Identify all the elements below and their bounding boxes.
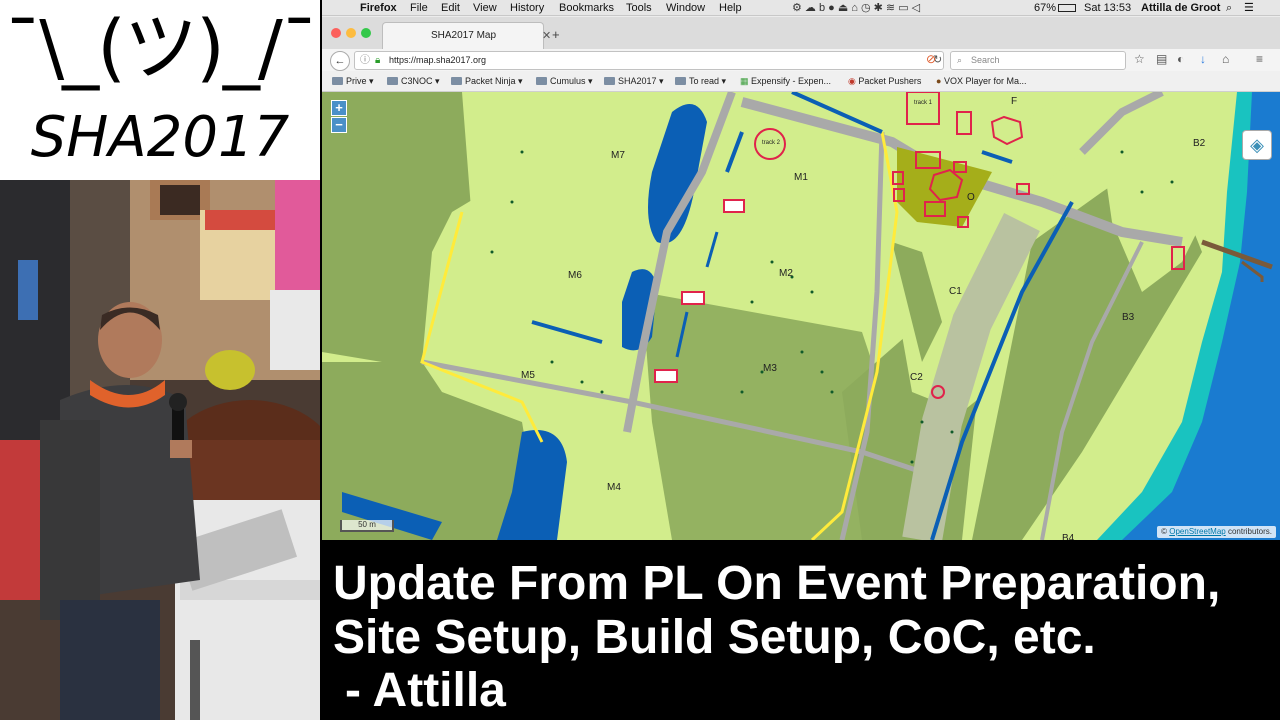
- menu-file[interactable]: File: [410, 0, 428, 16]
- notification-center-icon[interactable]: ☰: [1244, 0, 1254, 16]
- map-attribution: © OpenStreetMap contributors.: [1157, 526, 1276, 538]
- folder-icon: [604, 77, 615, 85]
- mac-menubar: Firefox File Edit View History Bookmarks…: [322, 0, 1280, 16]
- menu-view[interactable]: View: [473, 0, 497, 16]
- search-input[interactable]: ⌕ Search: [950, 51, 1126, 70]
- reading-list-icon[interactable]: ▤: [1156, 52, 1167, 66]
- talk-caption: Update From PL On Event Preparation, Sit…: [333, 557, 1273, 665]
- map-label-m1: M1: [794, 172, 808, 183]
- address-bar[interactable]: ⓘ 🔒︎ https://map.sha2017.org ↻: [354, 51, 944, 70]
- bookmark-folder-c3noc[interactable]: C3NOC ▾: [387, 71, 440, 92]
- menubar-clock[interactable]: Sat 13:53: [1084, 0, 1131, 16]
- folder-icon: [451, 77, 462, 85]
- info-icon[interactable]: ⓘ: [360, 52, 370, 69]
- spotlight-search-icon[interactable]: ⌕: [1226, 0, 1232, 16]
- speaker-camera-view: [0, 180, 320, 720]
- caption-author: - Attilla: [345, 664, 506, 717]
- map-label-c2: C2: [910, 372, 923, 383]
- bookmark-folder-to-read[interactable]: To read ▾: [675, 71, 726, 92]
- folder-icon: [536, 77, 547, 85]
- browser-screen: Firefox File Edit View History Bookmarks…: [322, 0, 1280, 540]
- menubar-user[interactable]: Attilla de Groot: [1141, 0, 1220, 16]
- downloads-icon[interactable]: ↓: [1200, 52, 1206, 66]
- menu-history[interactable]: History: [510, 0, 544, 16]
- map-label-c1: C1: [949, 286, 962, 297]
- map-label-track-2: track 2: [762, 140, 781, 146]
- map-label-m2: M2: [779, 268, 793, 279]
- window-minimize-button[interactable]: [346, 28, 356, 38]
- bookmark-folder-packet-ninja[interactable]: Packet Ninja ▾: [451, 71, 523, 92]
- home-icon[interactable]: ⌂: [1222, 52, 1229, 66]
- logo-text: SHA2017: [30, 105, 290, 170]
- map-scale-bar: 50 m: [340, 520, 394, 532]
- map-label-b2: B2: [1193, 138, 1206, 149]
- adblock-icon[interactable]: ⊘: [926, 52, 936, 66]
- menu-bookmarks[interactable]: Bookmarks: [559, 0, 614, 16]
- status-icons[interactable]: ⚙ ☁ b ● ⏏ ⌂ ◷ ✱ ≋ ▭ ◁: [792, 0, 920, 16]
- bookmark-folder-sha2017[interactable]: SHA2017 ▾: [604, 71, 664, 92]
- map-zoom-out-button[interactable]: −: [331, 117, 347, 133]
- site-map[interactable]: + − ◈ M7 M1 M6 M2 M5 M3 M4 O F C1 C2 B2 …: [322, 92, 1280, 540]
- url-text: https://map.sha2017.org: [389, 55, 487, 65]
- map-label-m3: M3: [763, 363, 777, 374]
- event-logo: ¯\_(ツ)_/¯ SHA2017: [0, 0, 320, 180]
- map-label-m4: M4: [607, 482, 621, 493]
- window-zoom-button[interactable]: [361, 28, 371, 38]
- menu-tools[interactable]: Tools: [626, 0, 652, 16]
- menu-hamburger-icon[interactable]: ≡: [1256, 52, 1263, 66]
- back-button[interactable]: ←: [330, 51, 350, 71]
- folder-icon: [675, 77, 686, 85]
- folder-icon: [387, 77, 398, 85]
- video-frame: ¯\_(ツ)_/¯ SHA2017 Firefox File Edit View…: [0, 0, 1280, 720]
- pocket-icon[interactable]: ◐: [1177, 52, 1184, 66]
- packet-pushers-icon: ◉: [848, 76, 859, 86]
- menu-edit[interactable]: Edit: [441, 0, 460, 16]
- lock-icon: 🔒︎: [375, 55, 381, 66]
- tab-title: SHA2017 Map: [431, 30, 497, 41]
- map-label-f: F: [1011, 96, 1018, 107]
- openstreetmap-link[interactable]: OpenStreetMap: [1169, 527, 1225, 536]
- bookmark-packet-pushers[interactable]: ◉ Packet Pushers: [848, 71, 921, 92]
- battery-percent[interactable]: 67%: [1034, 0, 1056, 16]
- bookmark-star-icon[interactable]: ☆: [1134, 52, 1145, 66]
- search-placeholder: Search: [971, 55, 1000, 65]
- bookmark-folder-cumulus[interactable]: Cumulus ▾: [536, 71, 593, 92]
- bookmarks-toolbar: Prive ▾ C3NOC ▾ Packet Ninja ▾ Cumulus ▾…: [322, 71, 1280, 92]
- navigation-toolbar: ← ⓘ 🔒︎ https://map.sha2017.org ↻ ⊘ ⌕ Sea…: [322, 49, 1280, 71]
- bookmark-expensify[interactable]: ▦ Expensify - Expen...: [740, 71, 831, 92]
- search-icon: ⌕: [957, 55, 963, 65]
- tab-sha2017-map[interactable]: SHA2017 Map: [382, 22, 544, 49]
- map-canvas[interactable]: [322, 92, 1280, 540]
- vox-icon: ●: [936, 76, 944, 86]
- map-label-m5: M5: [521, 370, 535, 381]
- tab-close-icon[interactable]: ✕: [542, 29, 551, 42]
- map-label-b4: B4: [1062, 533, 1075, 540]
- caption-line-1: Update From PL On Event Preparation,: [333, 557, 1221, 610]
- folder-icon: [332, 77, 343, 85]
- layers-icon[interactable]: ◈: [1242, 130, 1272, 160]
- bookmark-vox-player[interactable]: ● VOX Player for Ma...: [936, 71, 1026, 92]
- bookmark-folder-prive[interactable]: Prive ▾: [332, 71, 374, 92]
- menu-help[interactable]: Help: [719, 0, 742, 16]
- menu-window[interactable]: Window: [666, 0, 705, 16]
- expensify-icon: ▦: [740, 76, 752, 86]
- map-label-track-1: track 1: [914, 100, 933, 106]
- speaker-photo: [0, 180, 320, 720]
- tab-bar: SHA2017 Map ✕ +: [322, 17, 1280, 49]
- map-label-m7: M7: [611, 150, 625, 161]
- map-label-b3: B3: [1122, 312, 1135, 323]
- shrug-emoticon: ¯\_(ツ)_/¯: [4, 5, 318, 91]
- battery-icon: [1058, 4, 1076, 12]
- window-close-button[interactable]: [331, 28, 341, 38]
- map-label-m6: M6: [568, 270, 582, 281]
- caption-line-2: Site Setup, Build Setup, CoC, etc.: [333, 611, 1096, 664]
- menu-app-firefox[interactable]: Firefox: [360, 0, 397, 16]
- map-label-o: O: [967, 192, 975, 203]
- map-zoom-in-button[interactable]: +: [331, 100, 347, 116]
- new-tab-button[interactable]: +: [552, 27, 560, 42]
